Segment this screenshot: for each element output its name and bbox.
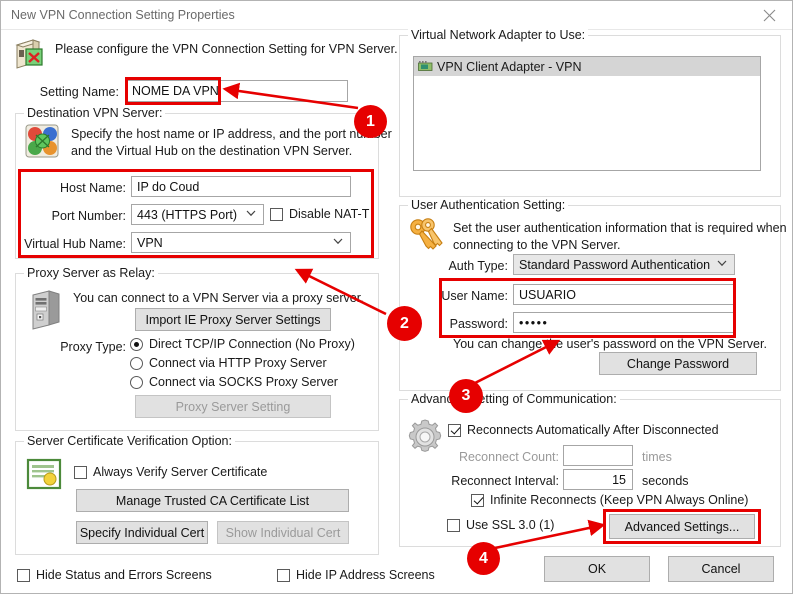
hub-servers-icon	[23, 123, 63, 164]
virtual-hub-label: Virtual Hub Name:	[24, 237, 126, 251]
vpn-connection-icon	[13, 37, 49, 74]
reconnect-interval-label: Reconnect Interval:	[451, 474, 559, 488]
always-verify-certificate-checkbox[interactable]: Always Verify Server Certificate	[74, 465, 267, 479]
import-ie-proxy-button[interactable]: Import IE Proxy Server Settings	[135, 308, 331, 331]
use-ssl3-label: Use SSL 3.0 (1)	[466, 518, 555, 532]
radio-indicator	[130, 337, 143, 351]
radio-indicator	[130, 356, 143, 370]
proxy-option-direct[interactable]: Direct TCP/IP Connection (No Proxy)	[130, 337, 355, 351]
port-number-label: Port Number:	[51, 209, 126, 223]
cancel-button[interactable]: Cancel	[668, 556, 774, 582]
always-verify-label: Always Verify Server Certificate	[93, 465, 268, 479]
show-individual-cert-button[interactable]: Show Individual Cert	[217, 521, 349, 544]
auth-group-title: User Authentication Setting:	[408, 198, 569, 212]
setting-name-label: Setting Name:	[39, 85, 119, 99]
reconnect-auto-checkbox[interactable]: Reconnects Automatically After Disconnec…	[448, 423, 719, 437]
network-adapter-icon	[418, 60, 433, 73]
password-label: Password:	[449, 317, 508, 331]
proxy-option-label: Connect via HTTP Proxy Server	[149, 356, 327, 370]
advanced-group-title: Advanced Setting of Communication:	[408, 392, 620, 406]
certificate-icon	[25, 457, 65, 496]
virtual-hub-value: VPN	[137, 235, 163, 250]
specify-individual-cert-button[interactable]: Specify Individual Cert	[76, 521, 208, 544]
auth-type-label: Auth Type:	[448, 259, 508, 273]
hide-status-label: Hide Status and Errors Screens	[36, 568, 212, 582]
reconnect-interval-input[interactable]: 15	[563, 469, 633, 490]
disable-nat-t-box	[270, 207, 283, 221]
hide-status-screens-checkbox[interactable]: Hide Status and Errors Screens	[17, 568, 212, 582]
change-password-button[interactable]: Change Password	[599, 352, 757, 375]
proxy-description: You can connect to a VPN Server via a pr…	[73, 291, 364, 305]
user-name-input[interactable]: USUARIO	[513, 284, 735, 305]
password-hint: You can change the user's password on th…	[453, 337, 767, 351]
chevron-down-icon	[246, 210, 256, 220]
proxy-type-label: Proxy Type:	[60, 340, 126, 354]
window-title: New VPN Connection Setting Properties	[11, 8, 235, 22]
proxy-option-http[interactable]: Connect via HTTP Proxy Server	[130, 356, 327, 370]
vpn-settings-dialog: New VPN Connection Setting Properties Pl…	[0, 0, 793, 594]
header-description: Please configure the VPN Connection Sett…	[55, 42, 398, 56]
infinite-reconnects-box	[471, 493, 484, 507]
adapter-group-title: Virtual Network Adapter to Use:	[408, 28, 589, 42]
auth-type-value: Standard Password Authentication	[519, 257, 711, 272]
annotation-marker-2: 2	[387, 306, 422, 341]
user-name-label: User Name:	[441, 289, 508, 303]
proxy-option-label: Direct TCP/IP Connection (No Proxy)	[149, 337, 355, 351]
proxy-server-setting-button[interactable]: Proxy Server Setting	[135, 395, 331, 418]
destination-description-line1: Specify the host name or IP address, and…	[71, 127, 392, 141]
proxy-option-socks[interactable]: Connect via SOCKS Proxy Server	[130, 375, 338, 389]
hide-status-box	[17, 568, 30, 582]
password-input[interactable]: •••••	[513, 312, 735, 333]
annotation-marker-1: 1	[354, 105, 387, 138]
list-item[interactable]: VPN Client Adapter - VPN	[414, 57, 760, 76]
seconds-label: seconds	[642, 474, 689, 488]
hide-ip-label: Hide IP Address Screens	[296, 568, 435, 582]
always-verify-box	[74, 465, 87, 479]
annotation-marker-4: 4	[467, 542, 500, 575]
hide-ip-screens-checkbox[interactable]: Hide IP Address Screens	[277, 568, 435, 582]
host-name-label: Host Name:	[60, 181, 126, 195]
reconnect-count-label: Reconnect Count:	[458, 450, 559, 464]
infinite-reconnects-checkbox[interactable]: Infinite Reconnects (Keep VPN Always Onl…	[471, 493, 748, 507]
hide-ip-box	[277, 568, 290, 582]
reconnect-auto-label: Reconnects Automatically After Disconnec…	[467, 423, 719, 437]
chevron-down-icon	[717, 260, 727, 270]
radio-indicator	[130, 375, 143, 389]
reconnect-count-input[interactable]	[563, 445, 633, 466]
use-ssl3-box	[447, 518, 460, 532]
auth-description-line2: connecting to the VPN Server.	[453, 238, 621, 252]
ok-button[interactable]: OK	[544, 556, 650, 582]
title-bar: New VPN Connection Setting Properties	[1, 1, 792, 30]
times-label: times	[642, 450, 672, 464]
close-icon[interactable]	[747, 1, 792, 29]
certificate-group-title: Server Certificate Verification Option:	[24, 434, 235, 448]
host-name-input[interactable]: IP do Coud	[131, 176, 351, 197]
server-tower-icon	[27, 289, 65, 336]
chevron-down-icon	[333, 238, 343, 248]
destination-group-title: Destination VPN Server:	[24, 106, 166, 120]
setting-name-input[interactable]: NOME DA VPN	[126, 80, 348, 102]
gear-icon	[405, 417, 445, 460]
destination-description-line2: and the Virtual Hub on the destination V…	[71, 144, 353, 158]
manage-trusted-ca-button[interactable]: Manage Trusted CA Certificate List	[76, 489, 349, 512]
auth-type-combo[interactable]: Standard Password Authentication	[513, 254, 735, 275]
port-number-combo[interactable]: 443 (HTTPS Port)	[131, 204, 264, 225]
proxy-option-label: Connect via SOCKS Proxy Server	[149, 375, 338, 389]
reconnect-auto-box	[448, 423, 461, 437]
annotation-marker-3: 3	[449, 379, 483, 413]
port-number-value: 443 (HTTPS Port)	[137, 207, 238, 222]
disable-nat-t-checkbox[interactable]: Disable NAT-T	[270, 207, 369, 221]
use-ssl3-checkbox[interactable]: Use SSL 3.0 (1)	[447, 518, 554, 532]
auth-description-line1: Set the user authentication information …	[453, 221, 787, 235]
infinite-reconnects-label: Infinite Reconnects (Keep VPN Always Onl…	[490, 493, 749, 507]
advanced-settings-button[interactable]: Advanced Settings...	[609, 514, 755, 539]
virtual-hub-combo[interactable]: VPN	[131, 232, 351, 253]
keys-icon	[407, 217, 449, 260]
proxy-group-title: Proxy Server as Relay:	[24, 266, 158, 280]
adapter-item-label: VPN Client Adapter - VPN	[437, 59, 582, 74]
disable-nat-t-label: Disable NAT-T	[289, 207, 370, 221]
adapter-listbox[interactable]: VPN Client Adapter - VPN	[413, 56, 761, 171]
